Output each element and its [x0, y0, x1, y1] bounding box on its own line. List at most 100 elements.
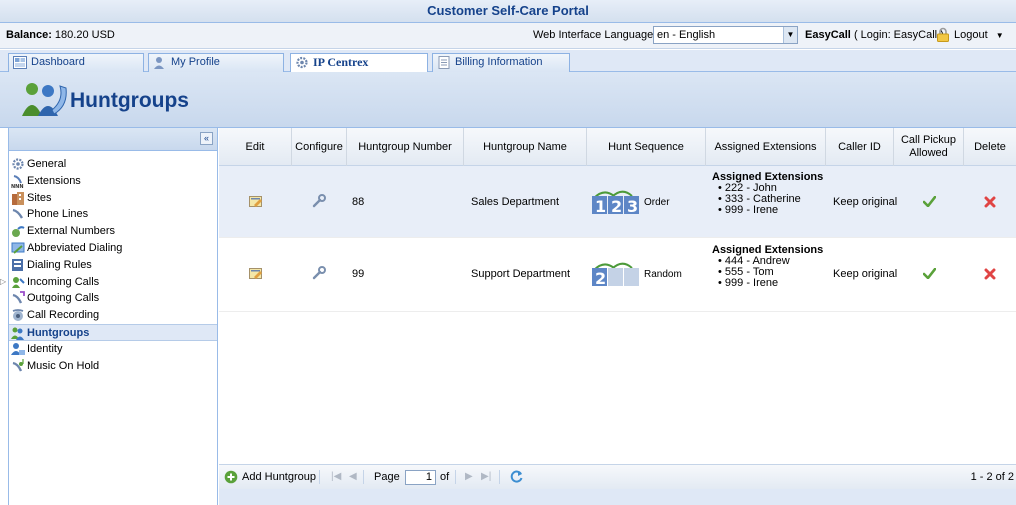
page-title: Huntgroups [70, 89, 189, 112]
sidebar-item-external-numbers[interactable]: External Numbers [9, 223, 217, 240]
sidebar-item-incoming-calls[interactable]: Incoming Calls [0, 274, 217, 291]
next-page-icon[interactable]: ▶ [465, 470, 473, 484]
sidebar: « General NNN Extensions Sites Phone Lin… [0, 128, 218, 505]
column-header-assigned-extensions[interactable]: Assigned Extensions [705, 128, 825, 166]
column-header-huntgroup-number[interactable]: Huntgroup Number [346, 128, 463, 166]
external-numbers-icon [12, 226, 25, 238]
collapse-sidebar-button[interactable]: « [200, 132, 213, 145]
sidebar-item-label: Phone Lines [27, 208, 89, 221]
column-header-configure[interactable]: Configure [291, 128, 346, 166]
sidebar-item-dialing-rules[interactable]: Dialing Rules [9, 257, 217, 274]
page-number-input[interactable]: 1 [405, 470, 436, 485]
column-header-huntgroup-name[interactable]: Huntgroup Name [463, 128, 586, 166]
sidebar-item-extensions[interactable]: NNN Extensions [9, 173, 217, 190]
sidebar-item-label: Dialing Rules [27, 258, 92, 271]
portal-title: Customer Self-Care Portal [0, 0, 1016, 23]
sidebar-item-general[interactable]: General [9, 156, 217, 173]
column-header-delete[interactable]: Delete [963, 128, 1016, 166]
document-icon [438, 56, 450, 69]
tab-label: Dashboard [31, 56, 85, 68]
sidebar-item-label: Huntgroups [27, 326, 90, 339]
sidebar-item-call-recording[interactable]: Call Recording [9, 307, 217, 324]
order-sequence-icon: 1 2 3 [592, 188, 642, 216]
lock-icon[interactable] [936, 27, 950, 42]
wrench-icon[interactable] [312, 266, 326, 280]
sidebar-item-identity[interactable]: Identity [9, 341, 217, 358]
previous-page-icon[interactable]: ◀ [349, 470, 357, 484]
svg-text:NNN: NNN [11, 184, 24, 188]
top-bar: Balance: 180.20 USD Web Interface Langua… [0, 23, 1016, 49]
column-header-call-pickup-allowed[interactable]: Call Pickup Allowed [893, 128, 963, 166]
sidebar-item-huntgroups[interactable]: Huntgroups [9, 323, 217, 341]
gear-icon [12, 158, 24, 170]
add-huntgroup-button[interactable]: Add Huntgroup [242, 470, 316, 484]
user-icon [154, 57, 164, 69]
sidebar-item-label: Abbreviated Dialing [27, 241, 123, 254]
grid-header: Edit Configure Huntgroup Number Huntgrou… [219, 128, 1016, 166]
table-row[interactable]: 88 Sales Department 1 2 3 Order Assigned… [219, 166, 1016, 238]
music-on-hold-icon [12, 358, 24, 372]
sidebar-item-label: Outgoing Calls [27, 292, 100, 305]
sidebar-item-label: Music On Hold [27, 359, 100, 372]
building-icon [12, 191, 24, 205]
delete-icon[interactable] [984, 268, 996, 280]
user-name: EasyCall [805, 29, 851, 41]
first-page-icon[interactable]: |◀ [331, 470, 341, 484]
balance-value: 180.20 USD [54, 29, 115, 41]
huntgroup-name: Sales Department [471, 196, 560, 208]
huntgroup-number: 88 [352, 196, 365, 208]
sidebar-item-label: External Numbers [27, 225, 116, 238]
paging-toolbar: Add Huntgroup |◀ ◀ Page 1 of ▶ ▶| 1 - 2 … [219, 464, 1016, 489]
language-selected: en - English [657, 29, 716, 41]
page-label: Page [374, 471, 400, 483]
outgoing-calls-icon [12, 291, 25, 304]
chevron-down-icon[interactable]: ▼ [783, 27, 797, 43]
wrench-icon[interactable] [312, 194, 326, 208]
call-recording-icon [12, 309, 24, 322]
caller-id: Keep original [833, 196, 898, 208]
user-info: EasyCall ( Login: EasyCall ) [805, 29, 944, 41]
toolbar-separator [455, 470, 456, 484]
sidebar-item-sites[interactable]: Sites [9, 190, 217, 207]
tab-label: IP Centrex [313, 55, 369, 69]
toolbar-separator [319, 470, 320, 484]
hunt-sequence-label: Random [644, 269, 682, 280]
sidebar-item-music-on-hold[interactable]: Music On Hold [9, 358, 217, 375]
tab-my-profile[interactable]: My Profile [148, 53, 284, 72]
tab-label: Billing Information [455, 56, 543, 68]
phone-icon [12, 209, 24, 220]
logout-button[interactable]: Logout ▼ [954, 29, 1004, 41]
sidebar-item-outgoing-calls[interactable]: Outgoing Calls [9, 290, 217, 307]
tab-dashboard[interactable]: Dashboard [8, 53, 144, 72]
extension-item: 999 - Irene [718, 205, 824, 216]
sidebar-item-label: Incoming Calls [27, 275, 100, 288]
delete-icon[interactable] [984, 196, 996, 208]
sidebar-header: « [9, 128, 217, 151]
extensions-icon: NNN [11, 174, 24, 188]
refresh-icon[interactable] [509, 469, 524, 484]
edit-icon[interactable] [249, 268, 263, 280]
sequence-digit: 1 [595, 197, 606, 215]
tab-ip-centrex[interactable]: IP Centrex [290, 53, 428, 73]
huntgroups-grid: Edit Configure Huntgroup Number Huntgrou… [219, 128, 1016, 505]
random-sequence-icon: 2 [592, 260, 642, 288]
extension-item: 999 - Irene [718, 278, 824, 289]
column-header-hunt-sequence[interactable]: Hunt Sequence [586, 128, 705, 166]
language-select[interactable]: en - English ▼ [653, 26, 798, 44]
identity-icon [11, 342, 25, 355]
balance-label: Balance: [6, 29, 52, 41]
sidebar-item-phone-lines[interactable]: Phone Lines [9, 206, 217, 223]
column-header-caller-id[interactable]: Caller ID [825, 128, 893, 166]
sidebar-item-abbreviated-dialing[interactable]: Abbreviated Dialing [9, 240, 217, 257]
caller-id: Keep original [833, 268, 898, 280]
sequence-digit: 2 [595, 269, 606, 287]
column-header-edit[interactable]: Edit [219, 128, 291, 166]
page-header: Huntgroups [0, 72, 1016, 128]
edit-icon[interactable] [249, 196, 263, 208]
last-page-icon[interactable]: ▶| [481, 470, 491, 484]
tab-billing-information[interactable]: Billing Information [432, 53, 570, 72]
paging-range-label: 1 - 2 of 2 [970, 471, 1014, 483]
table-row[interactable]: 99 Support Department 2 Random Assigned … [219, 238, 1016, 312]
abbreviated-dialing-icon [11, 242, 25, 254]
add-icon[interactable] [224, 470, 238, 484]
